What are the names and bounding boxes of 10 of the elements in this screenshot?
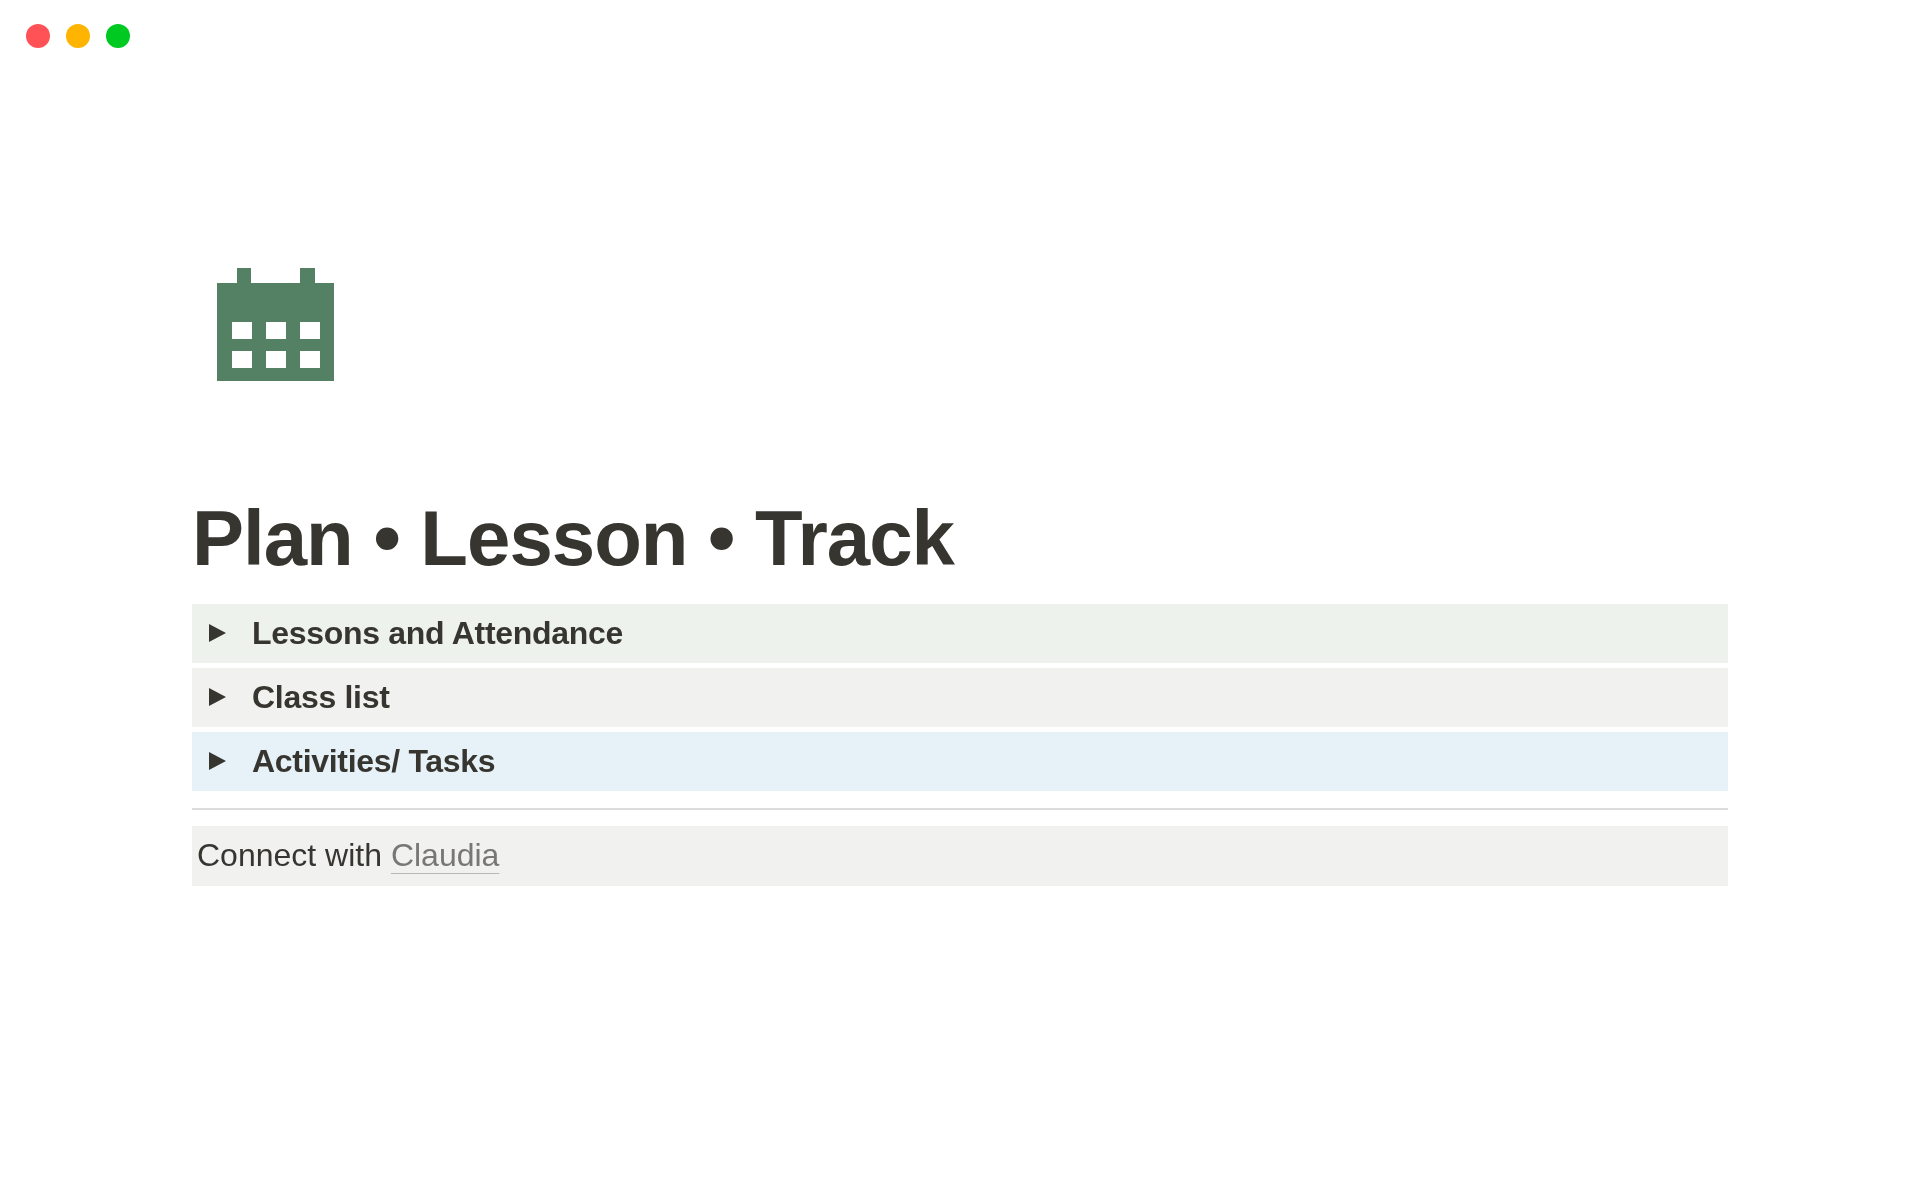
toggle-block[interactable]: Activities/ Tasks	[192, 731, 1728, 791]
calendar-icon	[217, 268, 334, 381]
toggle-block[interactable]: Class list	[192, 667, 1728, 727]
profile-link[interactable]: Claudia	[390, 837, 500, 874]
callout-text: Connect with Claudia	[197, 836, 500, 875]
zoom-button[interactable]	[106, 24, 130, 48]
close-button[interactable]	[26, 24, 50, 48]
toggle-block[interactable]: Lessons and Attendance	[192, 603, 1728, 663]
minimize-button[interactable]	[66, 24, 90, 48]
page-title: Plan • Lesson • Track	[192, 493, 956, 584]
